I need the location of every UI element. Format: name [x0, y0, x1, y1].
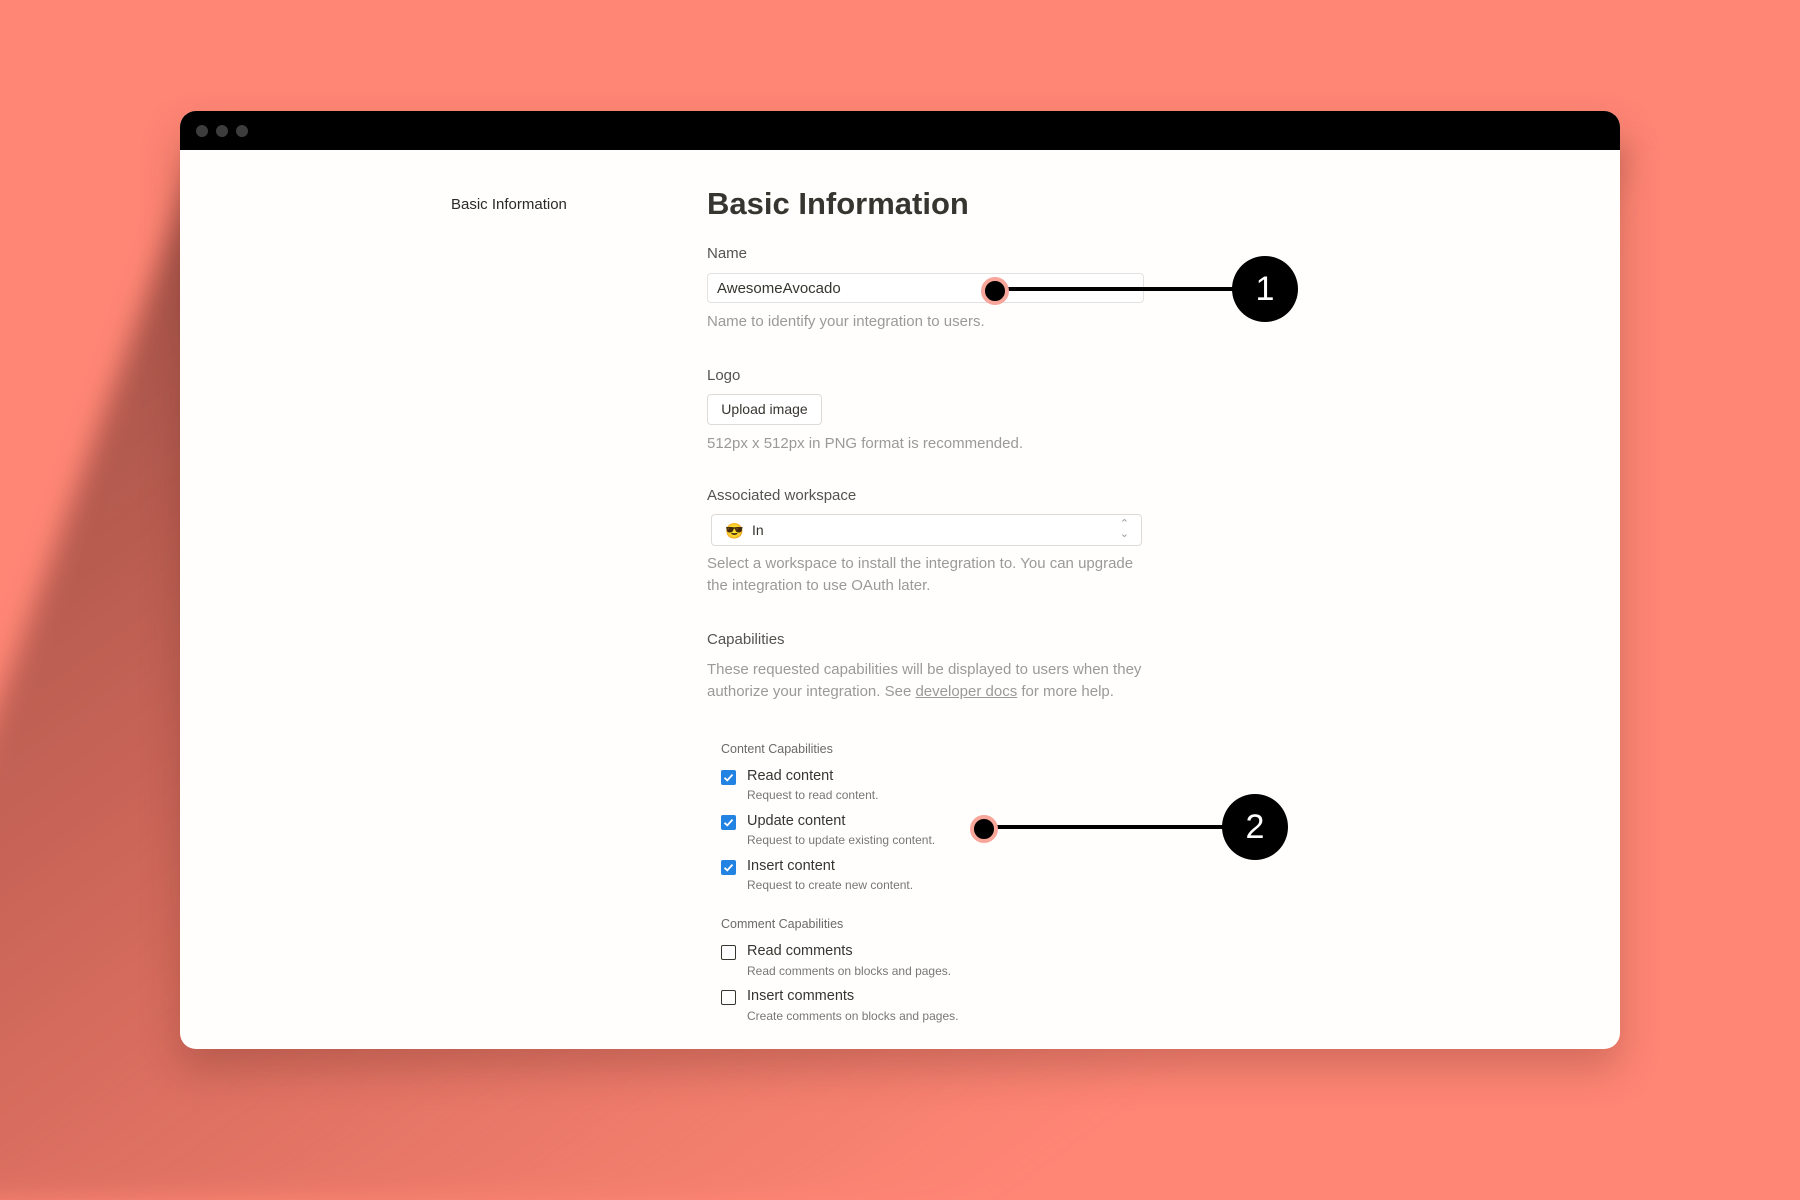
insert-comments-desc: Create comments on blocks and pages. [747, 1009, 959, 1023]
update-content-label: Update content [747, 813, 846, 829]
content-capabilities-title: Content Capabilities [721, 742, 833, 756]
logo-label: Logo [707, 367, 741, 384]
maximize-window-button[interactable] [236, 125, 248, 137]
chevron-up-down-icon: ⌃ ⌄ [1119, 518, 1129, 540]
minimize-window-button[interactable] [216, 125, 228, 137]
upload-image-button[interactable]: Upload image [707, 394, 822, 425]
workspace-emoji-icon: 😎 [725, 523, 744, 540]
content-area: Basic Information Basic Information Name… [180, 150, 1620, 1049]
check-icon [723, 818, 734, 827]
read-comments-checkbox[interactable] [721, 945, 736, 960]
insert-comments-label: Insert comments [747, 988, 855, 1004]
sidebar-item-basic-information[interactable]: Basic Information [451, 196, 567, 213]
insert-content-label: Insert content [747, 858, 835, 874]
app-window: Basic Information Basic Information Name… [180, 111, 1620, 1049]
insert-comments-checkbox[interactable] [721, 990, 736, 1005]
name-label: Name [707, 245, 748, 262]
workspace-hint: Select a workspace to install the integr… [707, 555, 1134, 594]
name-hint: Name to identify your integration to use… [707, 313, 985, 330]
read-content-label: Read content [747, 768, 834, 784]
callout-1-badge: 1 [1232, 256, 1298, 322]
insert-content-desc: Request to create new content. [747, 878, 914, 892]
insert-content-checkbox[interactable] [721, 860, 736, 875]
logo-hint: 512px x 512px in PNG format is recommend… [707, 435, 1023, 452]
callout-2-badge: 2 [1222, 794, 1288, 860]
workspace-label: Associated workspace [707, 487, 857, 504]
capabilities-label: Capabilities [707, 631, 785, 648]
callout-1-dot [981, 277, 1009, 305]
workspace-select[interactable]: 😎 In ⌃ ⌄ [711, 514, 1142, 546]
callout-2-line [984, 825, 1224, 829]
callout-1-line [995, 287, 1235, 291]
title-bar [180, 111, 1620, 150]
capabilities-description: These requested capabilities will be dis… [707, 659, 1157, 703]
check-icon [723, 773, 734, 782]
read-comments-desc: Read comments on blocks and pages. [747, 964, 952, 978]
update-content-desc: Request to update existing content. [747, 833, 936, 847]
page-title: Basic Information [707, 186, 969, 221]
callout-2-dot [970, 815, 998, 843]
read-content-checkbox[interactable] [721, 770, 736, 785]
name-input-value: AwesomeAvocado [717, 280, 841, 297]
read-content-desc: Request to read content. [747, 788, 879, 802]
read-comments-label: Read comments [747, 943, 853, 959]
check-icon [723, 863, 734, 872]
close-window-button[interactable] [196, 125, 208, 137]
developer-docs-link[interactable]: developer docs [915, 683, 1017, 700]
update-content-checkbox[interactable] [721, 815, 736, 830]
workspace-selected-value: In [752, 522, 764, 538]
capabilities-desc-text-end: for more help. [1017, 683, 1114, 700]
comment-capabilities-title: Comment Capabilities [721, 917, 844, 931]
